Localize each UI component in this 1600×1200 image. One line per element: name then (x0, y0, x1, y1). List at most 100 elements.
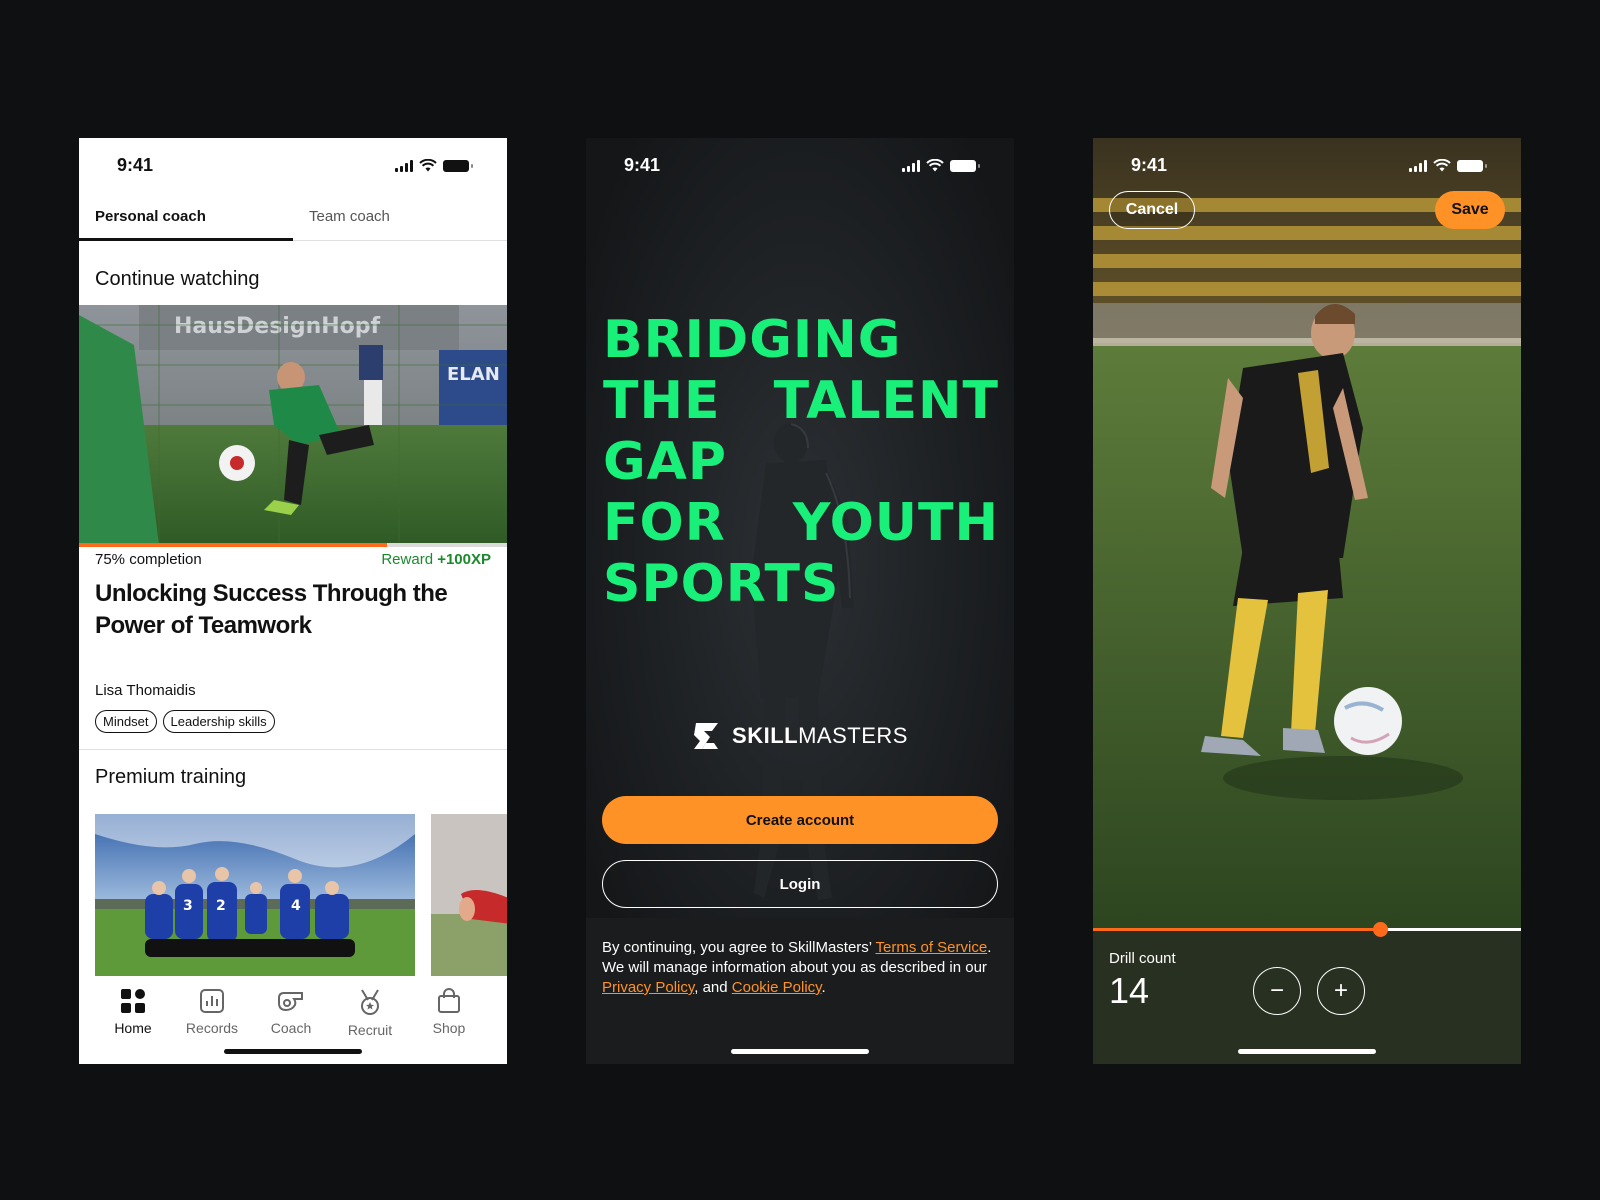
logo-text-light: MASTERS (798, 723, 908, 748)
svg-text:3: 3 (183, 898, 193, 914)
phone-screen-drill-editor: 9:41 Cancel Save Drill count 14 − + (1093, 138, 1521, 1064)
stadium-player-photo (1093, 138, 1521, 930)
premium-training-card[interactable]: 3 2 4 (95, 814, 415, 979)
drill-count-label: Drill count (1109, 950, 1176, 967)
terms-of-service-link[interactable]: Terms of Service (875, 939, 987, 956)
logo-text: SKILLMASTERS (732, 723, 908, 749)
skillmasters-logo: SKILLMASTERS (586, 721, 1014, 751)
tab-team-coach[interactable]: Team coach (293, 198, 507, 241)
increment-button[interactable]: + (1317, 967, 1365, 1015)
section-divider (79, 749, 507, 750)
svg-text:4: 4 (291, 898, 301, 914)
status-icons (395, 159, 473, 172)
premium-training-title: Premium training (95, 766, 247, 788)
headline-word: FOR (603, 493, 726, 553)
status-icons (1409, 159, 1487, 172)
drill-count-value: 14 (1109, 970, 1150, 1011)
status-bar: 9:41 (1093, 138, 1521, 188)
status-time: 9:41 (117, 155, 154, 175)
tag-mindset[interactable]: Mindset (95, 710, 157, 733)
shopping-bag-icon (438, 988, 460, 1013)
headline-line: FOR YOUTH (603, 493, 999, 554)
nav-home[interactable]: Home (98, 988, 168, 1036)
headline-word: GAP (603, 432, 728, 492)
reward-label: Reward (381, 551, 434, 568)
nav-coach[interactable]: Coach (256, 988, 326, 1036)
continue-watching-thumbnail[interactable]: HausDesignHopf ELAN (79, 305, 507, 545)
headline-line: SPORTS (603, 554, 999, 615)
battery-icon (950, 159, 980, 172)
banner-text-1: HausDesignHopf (174, 314, 381, 339)
nav-recruit[interactable]: Recruit (335, 988, 405, 1038)
video-scrubber-handle[interactable] (1373, 922, 1388, 937)
whistle-icon (278, 992, 303, 1012)
watch-progress-fill (79, 543, 388, 547)
battery-icon (443, 159, 473, 172)
course-title[interactable]: Unlocking Success Through the Power of T… (95, 578, 495, 642)
signal-icon (395, 159, 413, 172)
headline-word: TALENT (773, 371, 999, 431)
tab-personal-coach[interactable]: Personal coach (79, 198, 293, 241)
wifi-icon (926, 159, 944, 172)
headline-word: THE (603, 371, 721, 431)
coach-tabs: Personal coach Team coach (79, 198, 507, 241)
status-bar: 9:41 (79, 138, 507, 188)
signal-icon (1409, 159, 1427, 172)
banner-text-2: ELAN (447, 364, 500, 385)
cancel-button[interactable]: Cancel (1109, 191, 1195, 229)
course-author: Lisa Thomaidis (95, 682, 196, 699)
team-huddle-photo: 3 2 4 (95, 814, 415, 979)
headline-word: SPORTS (603, 554, 840, 614)
status-time: 9:41 (624, 155, 661, 175)
decrement-button[interactable]: − (1253, 967, 1301, 1015)
welcome-headline: BRIDGING THE TALENT GAP FOR YOUTH SPORTS (603, 310, 999, 615)
watch-progress-bar (79, 543, 507, 547)
privacy-policy-link[interactable]: Privacy Policy (602, 979, 694, 996)
signal-icon (902, 159, 920, 172)
save-button[interactable]: Save (1435, 191, 1505, 229)
cookie-policy-link[interactable]: Cookie Policy (732, 979, 822, 996)
home-indicator (731, 1049, 869, 1054)
login-button[interactable]: Login (602, 860, 998, 908)
phone-screen-welcome: 9:41 BRIDGING THE TALENT GAP FOR YOUTH SPORTS … (586, 138, 1014, 1064)
headline-line: GAP (603, 432, 999, 493)
tag-leadership-skills[interactable]: Leadership skills (162, 710, 275, 733)
battery-icon (1457, 159, 1487, 172)
records-icon (200, 989, 224, 1013)
headline-word: BRIDGING (603, 310, 902, 370)
nav-records-label: Records (185, 1020, 239, 1036)
nav-home-label: Home (114, 1020, 152, 1036)
minus-icon: − (1269, 977, 1284, 1004)
nav-shop[interactable]: Shop (414, 988, 484, 1036)
status-time: 9:41 (1131, 155, 1168, 175)
nav-records[interactable]: Records (177, 988, 247, 1036)
create-account-button[interactable]: Create account (602, 796, 998, 844)
status-icons (902, 159, 980, 172)
reward-value: +100XP (437, 551, 491, 568)
svg-text:2: 2 (216, 898, 226, 914)
home-indicator (224, 1049, 362, 1054)
video-scrubber-progress (1093, 928, 1380, 931)
legal-notice: By continuing, you agree to SkillMasters… (602, 938, 998, 998)
drill-video-frame (1093, 138, 1521, 930)
logo-text-bold: SKILL (732, 723, 799, 748)
continue-watching-title: Continue watching (95, 268, 260, 290)
status-bar: 9:41 (586, 138, 1014, 188)
phone-screen-home: 9:41 Personal coach Team coach Continue … (79, 138, 507, 1064)
legal-text-1: By continuing, you agree to SkillMasters… (602, 939, 876, 956)
headline-word: YOUTH (792, 493, 999, 553)
training-photo-2 (431, 814, 507, 979)
nav-recruit-label: Recruit (347, 1022, 393, 1038)
legal-text-4: . (821, 979, 826, 996)
plus-icon: + (1333, 977, 1348, 1004)
completion-text: 75% completion (95, 551, 202, 568)
headline-line: BRIDGING (603, 310, 999, 371)
course-tags: Mindset Leadership skills (95, 710, 275, 733)
headline-line: THE TALENT (603, 371, 999, 432)
legal-text-3: , and (694, 979, 732, 996)
home-icon (121, 989, 145, 1013)
medal-icon (361, 989, 379, 1015)
premium-training-card-2[interactable] (431, 814, 507, 979)
nav-coach-label: Coach (270, 1020, 312, 1036)
wifi-icon (1433, 159, 1451, 172)
